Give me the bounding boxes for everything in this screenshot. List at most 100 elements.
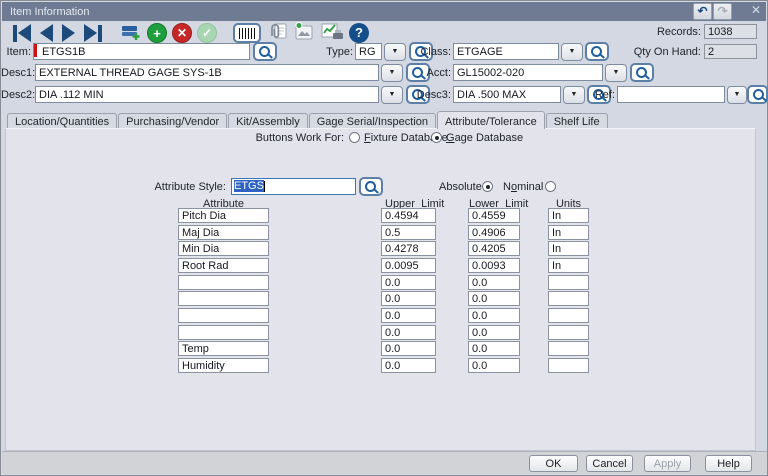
units-input[interactable] bbox=[548, 358, 589, 373]
lower-limit-input[interactable] bbox=[468, 308, 520, 323]
desc3-input[interactable] bbox=[453, 86, 561, 103]
add-record-button[interactable]: + bbox=[147, 23, 167, 43]
upper-limit-input[interactable] bbox=[381, 208, 436, 223]
lower-limit-input[interactable] bbox=[468, 358, 520, 373]
toolbar: + ✕ ✓ ? bbox=[11, 23, 369, 43]
delete-record-button[interactable]: ✕ bbox=[172, 23, 192, 43]
tab-attribute-tolerance[interactable]: Attribute/Tolerance bbox=[437, 111, 545, 129]
units-input[interactable] bbox=[548, 208, 589, 223]
class-search-button[interactable] bbox=[585, 42, 609, 61]
upper-limit-input[interactable] bbox=[381, 325, 436, 340]
units-input[interactable] bbox=[548, 275, 589, 290]
nominal-radio[interactable] bbox=[545, 181, 556, 192]
previous-record-button[interactable] bbox=[38, 24, 55, 42]
attribute-input[interactable] bbox=[178, 208, 269, 223]
units-input[interactable] bbox=[548, 258, 589, 273]
desc2-dropdown-button[interactable]: ▼ bbox=[381, 86, 403, 104]
units-input[interactable] bbox=[548, 341, 589, 356]
units-input[interactable] bbox=[548, 225, 589, 240]
tab-location-quantities[interactable]: Location/Quantities bbox=[7, 113, 117, 129]
upper-limit-input[interactable] bbox=[381, 258, 436, 273]
upper-limit-input[interactable] bbox=[381, 275, 436, 290]
save-record-button[interactable]: ✓ bbox=[197, 23, 217, 43]
selected-text: ETGS bbox=[234, 180, 264, 192]
upper-limit-input[interactable] bbox=[381, 291, 436, 306]
ref-input[interactable] bbox=[617, 86, 725, 103]
lower-limit-input[interactable] bbox=[468, 341, 520, 356]
lower-limit-input[interactable] bbox=[468, 291, 520, 306]
upper-limit-input[interactable] bbox=[381, 308, 436, 323]
ref-dropdown-button[interactable]: ▼ bbox=[727, 86, 747, 104]
report-print-button[interactable] bbox=[320, 22, 344, 45]
ref-search-button[interactable] bbox=[747, 85, 768, 104]
help-button-footer[interactable]: Help bbox=[705, 455, 752, 472]
attribute-input[interactable] bbox=[178, 358, 269, 373]
close-button[interactable]: ✕ bbox=[751, 4, 761, 16]
attribute-input[interactable] bbox=[178, 325, 269, 340]
photo-button[interactable] bbox=[293, 22, 315, 45]
redo-button[interactable]: ↷ bbox=[713, 3, 732, 20]
first-record-button[interactable] bbox=[11, 24, 33, 42]
type-input[interactable] bbox=[355, 43, 382, 60]
chevron-down-icon: ▼ bbox=[613, 69, 620, 76]
absolute-label: Absolute bbox=[439, 181, 482, 193]
ok-button[interactable]: OK bbox=[529, 455, 578, 472]
table-row bbox=[178, 241, 598, 256]
apply-button[interactable]: Apply bbox=[644, 455, 691, 472]
undo-button[interactable]: ↶ bbox=[693, 3, 712, 20]
upper-limit-input[interactable] bbox=[381, 225, 436, 240]
attribute-input[interactable] bbox=[178, 241, 269, 256]
lower-limit-input[interactable] bbox=[468, 275, 520, 290]
barcode-button[interactable] bbox=[233, 23, 261, 43]
lower-limit-input[interactable] bbox=[468, 208, 520, 223]
upper-limit-input[interactable] bbox=[381, 241, 436, 256]
acct-dropdown-button[interactable]: ▼ bbox=[605, 64, 627, 82]
acct-input[interactable] bbox=[453, 64, 603, 81]
attribute-input[interactable] bbox=[178, 275, 269, 290]
attribute-style-search-button[interactable] bbox=[359, 177, 383, 196]
paperclip-document-icon bbox=[266, 22, 288, 42]
attribute-input[interactable] bbox=[178, 225, 269, 240]
next-record-button[interactable] bbox=[60, 24, 77, 42]
absolute-radio[interactable] bbox=[482, 181, 493, 192]
lower-limit-input[interactable] bbox=[468, 225, 520, 240]
units-input[interactable] bbox=[548, 325, 589, 340]
upper-limit-input[interactable] bbox=[381, 358, 436, 373]
units-input[interactable] bbox=[548, 241, 589, 256]
class-input[interactable] bbox=[453, 43, 559, 60]
attribute-input[interactable] bbox=[178, 308, 269, 323]
attribute-input[interactable] bbox=[178, 291, 269, 306]
class-dropdown-button[interactable]: ▼ bbox=[561, 43, 583, 61]
desc2-input[interactable] bbox=[35, 86, 379, 103]
acct-search-button[interactable] bbox=[630, 63, 654, 82]
gage-database-label: Gage Database bbox=[446, 132, 523, 144]
table-row bbox=[178, 341, 598, 356]
acct-label: Acct: bbox=[411, 67, 451, 81]
tab-gage-serial-inspection[interactable]: Gage Serial/Inspection bbox=[309, 113, 436, 129]
fixture-database-radio[interactable] bbox=[349, 132, 360, 143]
lower-limit-input[interactable] bbox=[468, 258, 520, 273]
desc1-dropdown-button[interactable]: ▼ bbox=[381, 64, 403, 82]
type-dropdown-button[interactable]: ▼ bbox=[384, 43, 406, 61]
tab-kit-assembly[interactable]: Kit/Assembly bbox=[228, 113, 308, 129]
cancel-button[interactable]: Cancel bbox=[586, 455, 633, 472]
tab-purchasing-vendor[interactable]: Purchasing/Vendor bbox=[118, 113, 227, 129]
ref-label: Ref: bbox=[581, 89, 615, 103]
copy-record-button[interactable] bbox=[120, 22, 142, 45]
item-input[interactable] bbox=[33, 43, 250, 60]
tab-shelf-life[interactable]: Shelf Life bbox=[546, 113, 608, 129]
lower-limit-input[interactable] bbox=[468, 325, 520, 340]
gage-database-radio[interactable] bbox=[431, 132, 442, 143]
item-search-button[interactable] bbox=[253, 42, 277, 61]
desc1-label: Desc1: bbox=[1, 67, 33, 81]
attribute-style-input[interactable]: ETGS bbox=[231, 178, 356, 195]
desc1-input[interactable] bbox=[35, 64, 379, 81]
units-input[interactable] bbox=[548, 291, 589, 306]
units-input[interactable] bbox=[548, 308, 589, 323]
attribute-input[interactable] bbox=[178, 341, 269, 356]
upper-limit-input[interactable] bbox=[381, 341, 436, 356]
last-record-button[interactable] bbox=[82, 24, 104, 42]
lower-limit-input[interactable] bbox=[468, 241, 520, 256]
help-button[interactable]: ? bbox=[349, 23, 369, 43]
attribute-input[interactable] bbox=[178, 258, 269, 273]
